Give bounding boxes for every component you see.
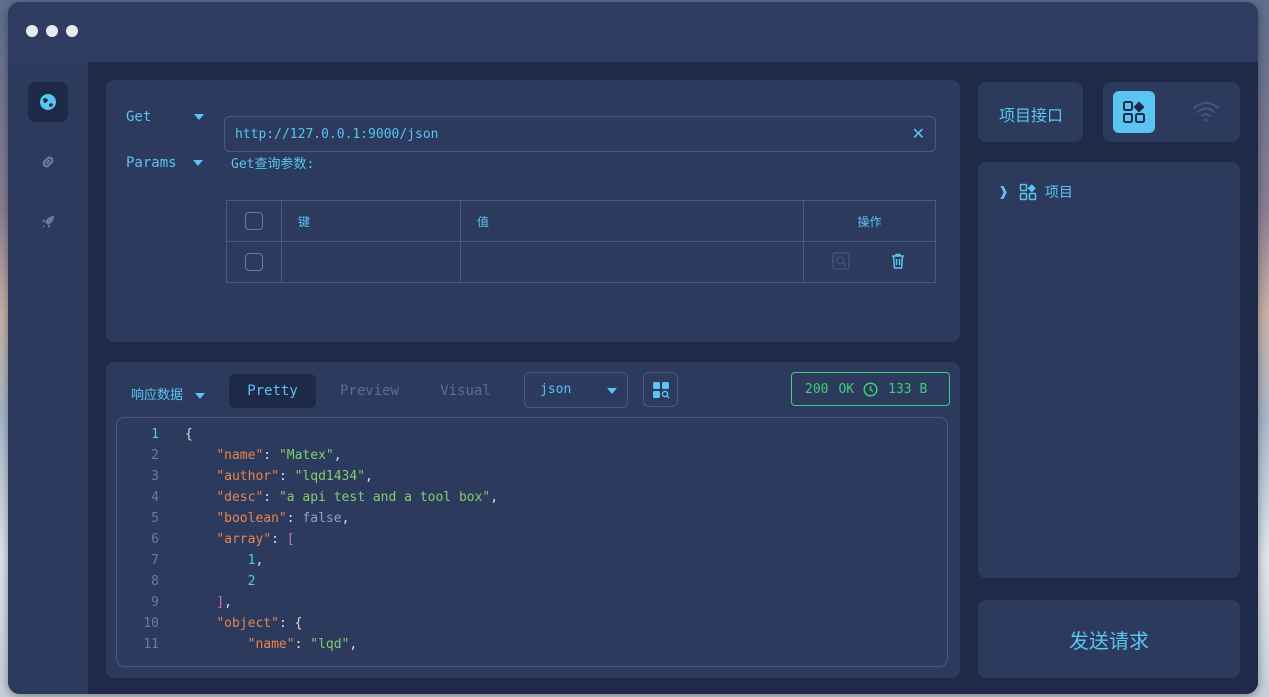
column-value: 值	[460, 200, 804, 242]
search-icon[interactable]	[831, 251, 850, 273]
wifi-icon[interactable]	[1191, 99, 1221, 129]
response-label: 响应数据	[131, 388, 184, 403]
table-row	[226, 241, 936, 283]
globe-icon	[40, 94, 56, 110]
status-code: 200	[805, 381, 829, 397]
search-json-button[interactable]	[643, 372, 678, 407]
link-icon	[42, 156, 54, 168]
apps-icon	[1123, 101, 1145, 123]
maximize-window-button[interactable]	[66, 25, 78, 37]
apps-icon	[1019, 183, 1037, 201]
rocket-icon	[42, 216, 54, 228]
format-select[interactable]: json	[524, 372, 628, 408]
tab-visual[interactable]: Visual	[422, 374, 509, 408]
format-value: json	[540, 382, 572, 397]
status-text: OK	[838, 381, 855, 397]
chevron-down-icon	[193, 160, 204, 166]
tab-pretty[interactable]: Pretty	[229, 374, 316, 408]
view-toggle	[1103, 82, 1240, 142]
column-key: 键	[281, 200, 461, 242]
chevron-down-icon	[193, 114, 204, 120]
sidebar-item-link[interactable]	[28, 142, 68, 182]
apps-view-button[interactable]	[1113, 91, 1155, 133]
send-request-label: 发送请求	[1069, 628, 1149, 653]
app-window: Get http://127.0.0.1:9000/json ✕ Params …	[8, 2, 1258, 694]
url-value: http://127.0.0.1:9000/json	[235, 127, 439, 142]
key-cell[interactable]	[281, 241, 461, 283]
method-label: Get	[126, 109, 152, 125]
value-cell[interactable]	[460, 241, 804, 283]
params-label: Params	[126, 155, 177, 171]
send-request-button[interactable]: 发送请求	[978, 600, 1240, 678]
sidebar	[8, 62, 88, 694]
chevron-right-icon: ❱	[998, 184, 1009, 200]
tab-project-api[interactable]: 项目接口	[978, 82, 1083, 142]
response-panel: 响应数据 Pretty Preview Visual json 200 OK 1…	[106, 362, 960, 678]
method-select[interactable]: Get	[126, 109, 204, 125]
project-tree-panel: ❱ 项目	[978, 162, 1240, 578]
row-checkbox[interactable]	[245, 253, 263, 271]
chevron-down-icon	[607, 388, 617, 394]
response-size: 133 B	[888, 381, 928, 397]
chevron-down-icon	[195, 392, 206, 399]
sidebar-item-api[interactable]	[28, 82, 68, 122]
params-select[interactable]: Params	[126, 155, 204, 171]
tree-item-project[interactable]: ❱ 项目	[998, 182, 1073, 202]
table-header-row: 键 值 操作	[226, 200, 936, 242]
select-all-checkbox[interactable]	[245, 212, 263, 230]
apps-search-icon	[652, 381, 669, 398]
clock-icon	[863, 381, 878, 397]
response-select[interactable]: 响应数据	[131, 384, 206, 403]
sidebar-item-rocket[interactable]	[28, 202, 68, 242]
status-badge: 200 OK 133 B	[791, 372, 950, 406]
project-api-label: 项目接口	[999, 106, 1064, 125]
params-table: 键 值 操作	[226, 200, 936, 283]
minimize-window-button[interactable]	[46, 25, 58, 37]
request-panel: Get http://127.0.0.1:9000/json ✕ Params …	[106, 80, 960, 342]
params-title: Get查询参数:	[231, 157, 315, 172]
tree-item-label: 项目	[1044, 185, 1073, 201]
tab-preview[interactable]: Preview	[326, 374, 413, 408]
clear-icon[interactable]: ✕	[912, 124, 925, 143]
response-code-view[interactable]: 1{ 2 "name": "Matex", 3 "author": "lqd14…	[116, 417, 948, 667]
trash-icon[interactable]	[889, 252, 907, 273]
url-input[interactable]: http://127.0.0.1:9000/json ✕	[224, 116, 936, 152]
title-bar	[8, 2, 1258, 62]
close-window-button[interactable]	[26, 25, 38, 37]
main-area: Get http://127.0.0.1:9000/json ✕ Params …	[88, 62, 1258, 694]
column-actions: 操作	[803, 200, 936, 242]
